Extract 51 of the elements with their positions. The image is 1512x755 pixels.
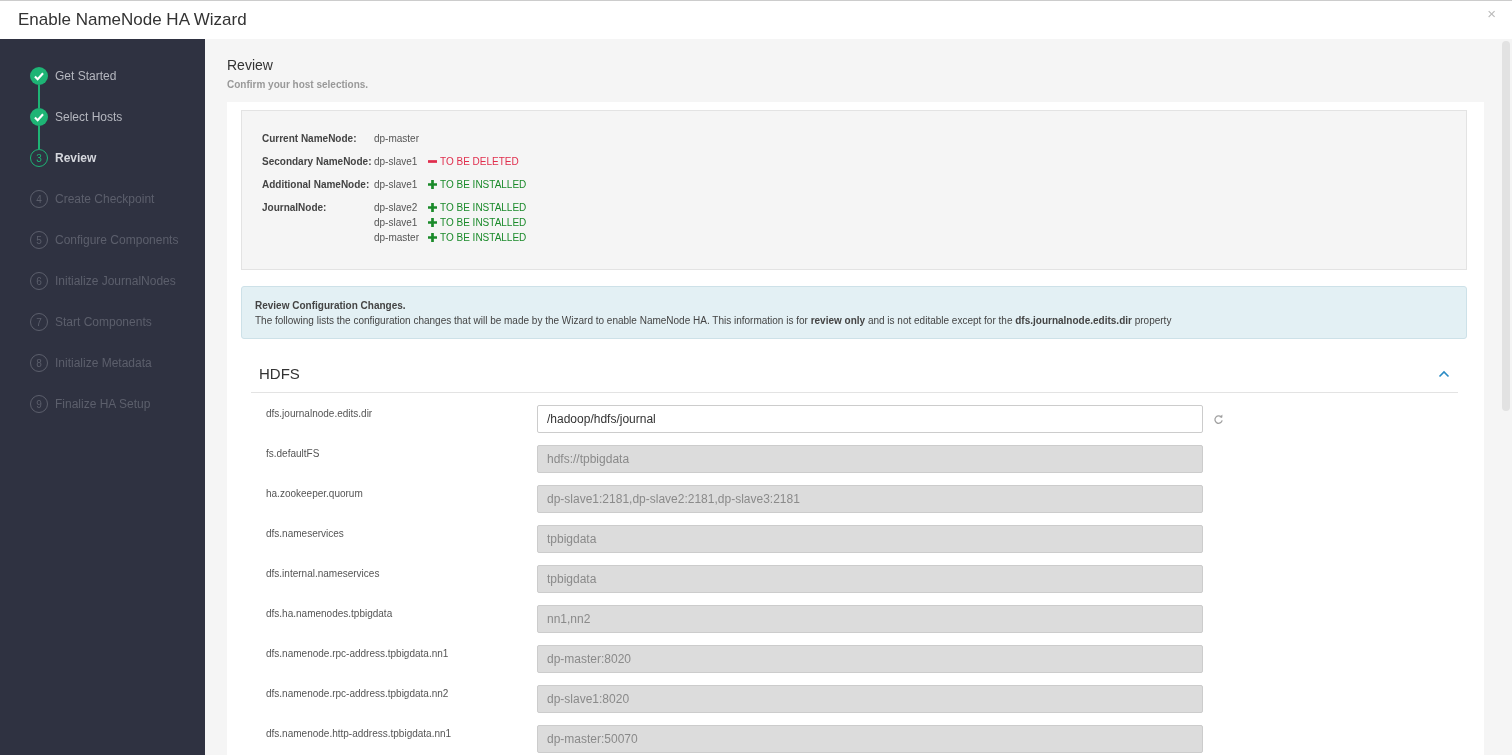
page-title: Review xyxy=(227,57,274,73)
host-name: dp-slave1 xyxy=(374,217,419,228)
host-role-label: Secondary NameNode: xyxy=(262,155,373,169)
host-name: dp-slave1 xyxy=(374,156,419,167)
property-label: dfs.journalnode.edits.dir xyxy=(266,407,374,419)
property-label: ha.zookeeper.quorum xyxy=(266,487,364,499)
property-input[interactable]: /hadoop/hdfs/journal xyxy=(537,405,1203,433)
chevron-icon[interactable] xyxy=(1438,369,1450,378)
property-label: fs.defaultFS xyxy=(266,447,321,459)
host-name: dp-master xyxy=(374,232,420,243)
property-input[interactable]: tpbigdata xyxy=(537,525,1203,553)
property-label: dfs.internal.nameservices xyxy=(266,567,381,579)
property-input[interactable]: dp-master:50070 xyxy=(537,725,1203,753)
property-input[interactable]: nn1,nn2 xyxy=(537,605,1203,633)
section-title: HDFS xyxy=(259,365,300,382)
property-label: dfs.namenode.rpc-address.tpbigdata.nn2 xyxy=(266,687,450,699)
property-input[interactable]: dp-slave1:2181,dp-slave2:2181,dp-slave3:2181 xyxy=(537,485,1203,513)
host-action-status: TO BE DELETED xyxy=(440,156,519,167)
step-label[interactable]: Get Started xyxy=(55,67,117,85)
property-input[interactable]: dp-master:8020 xyxy=(537,645,1203,673)
plus-icon xyxy=(428,233,437,242)
host-action-status: TO BE INSTALLED xyxy=(440,217,527,228)
plus-icon xyxy=(428,218,437,227)
host-name: dp-master xyxy=(374,133,420,144)
minus-icon xyxy=(428,157,437,166)
property-input[interactable]: dp-slave1:8020 xyxy=(537,685,1203,713)
scrollbar[interactable] xyxy=(1500,39,1512,755)
property-label: dfs.namenode.http-address.tpbigdata.nn1 xyxy=(266,727,453,739)
host-name: dp-slave2 xyxy=(374,202,419,213)
plus-icon xyxy=(428,203,437,212)
host-name: dp-slave1 xyxy=(374,179,419,190)
step-label[interactable]: Review xyxy=(55,149,97,167)
host-role-label: Current NameNode: xyxy=(262,132,358,146)
window-title: Enable NameNode HA Wizard xyxy=(18,10,247,30)
host-action-status: TO BE INSTALLED xyxy=(440,179,527,190)
close-button[interactable]: × xyxy=(1483,5,1500,22)
notice-title: Review Configuration Changes. xyxy=(255,300,407,311)
property-label: dfs.nameservices xyxy=(266,527,345,539)
page-subtitle: Confirm your host selections. xyxy=(227,79,370,90)
host-action-status: TO BE INSTALLED xyxy=(440,232,527,243)
refresh-icon[interactable] xyxy=(1213,413,1224,425)
property-label: dfs.namenode.rpc-address.tpbigdata.nn1 xyxy=(266,647,450,659)
host-action-status: TO BE INSTALLED xyxy=(440,202,527,213)
property-input[interactable]: tpbigdata xyxy=(537,565,1203,593)
plus-icon xyxy=(428,180,437,189)
notice-text: The following lists the configuration changes that will be made by the Wizard to enable NameNode HA. This information is for review only and is not editable except for the dfs.journalnode.edits.dir property xyxy=(255,315,1173,326)
step-label[interactable]: Select Hosts xyxy=(55,108,123,126)
property-label: dfs.ha.namenodes.tpbigdata xyxy=(266,607,394,619)
property-input[interactable]: hdfs://tpbigdata xyxy=(537,445,1203,473)
host-role-label: JournalNode: xyxy=(262,201,328,215)
host-role-label: Additional NameNode: xyxy=(262,178,371,192)
